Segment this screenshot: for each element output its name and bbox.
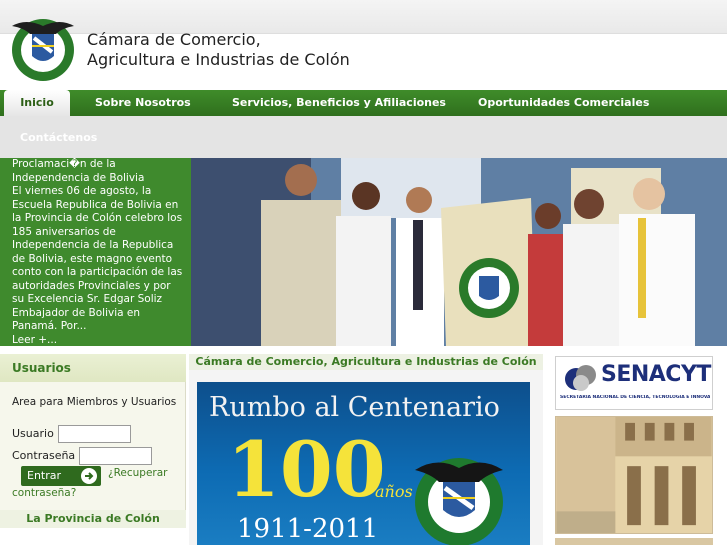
banner-title: Rumbo al Centenario [209,392,500,423]
enter-button[interactable]: Entrar [21,466,101,486]
sub-nav: Contáctenos [0,116,727,158]
site-header: Cámara de Comercio, Agricultura e Indust… [0,0,727,90]
news-body: El viernes 06 de agosto, la Escuela Repu… [12,185,183,332]
recover-password-link-1[interactable]: ¿Recuperar [108,466,167,480]
username-input[interactable] [58,425,131,443]
users-heading: Usuarios [0,354,186,382]
province-heading[interactable]: La Provincia de Colón [0,510,186,528]
site-title-line1: Cámara de Comercio, [87,30,261,49]
username-label: Usuario [12,427,54,440]
enter-button-label: Entrar [27,469,62,482]
main-nav: Inicio Sobre Nosotros Servicios, Benefic… [0,90,727,116]
users-description: Area para Miembros y Usuarios [12,396,177,408]
news-photo[interactable] [191,158,727,346]
senacyt-subtitle: SECRETARIA NACIONAL DE CIENCIA, TECNOLOG… [560,395,710,400]
page-root: { "header": { "title_line1": "Cámara de … [0,0,727,545]
banner-number: 100 [227,425,386,514]
password-input[interactable] [79,447,152,465]
senacyt-name: SENACYT [601,362,711,387]
password-label: Contraseña [12,449,76,462]
center-heading: Cámara de Comercio, Agricultura e Indust… [189,354,543,370]
nav-item-inicio[interactable]: Inicio [4,90,70,116]
site-title-line2: Agricultura e Industrias de Colón [87,50,350,69]
site-title: Cámara de Comercio, Agricultura e Indust… [87,30,350,70]
right-column-footer [555,538,713,545]
nav-item-servicios[interactable]: Servicios, Beneficios y Afiliaciones [232,90,446,116]
banner-years: 1911-2011 [237,514,379,544]
news-title[interactable]: Proclamaci�n de la Independencia de Boli… [12,158,185,185]
building-photo[interactable] [555,416,713,534]
nav-item-oportunidades[interactable]: Oportunidades Comerciales [478,90,649,116]
centenary-banner[interactable]: Rumbo al Centenario 100 años 1911-2011 [197,382,530,545]
news-read-more-link[interactable]: Leer +... [12,334,185,347]
chamber-seal-icon [415,458,503,545]
nav-item-sobre-nosotros[interactable]: Sobre Nosotros [95,90,191,116]
senacyt-logo-icon [565,365,596,391]
senacyt-sponsor[interactable]: SENACYT SECRETARIA NACIONAL DE CIENCIA, … [555,356,713,410]
chamber-logo-icon[interactable] [6,14,80,82]
recover-password-link-2[interactable]: contraseña? [12,486,76,500]
arrow-circle-icon [81,468,97,484]
nav-item-contactenos[interactable]: Contáctenos [20,131,97,144]
news-panel: Proclamaci�n de la Independencia de Boli… [0,158,191,346]
